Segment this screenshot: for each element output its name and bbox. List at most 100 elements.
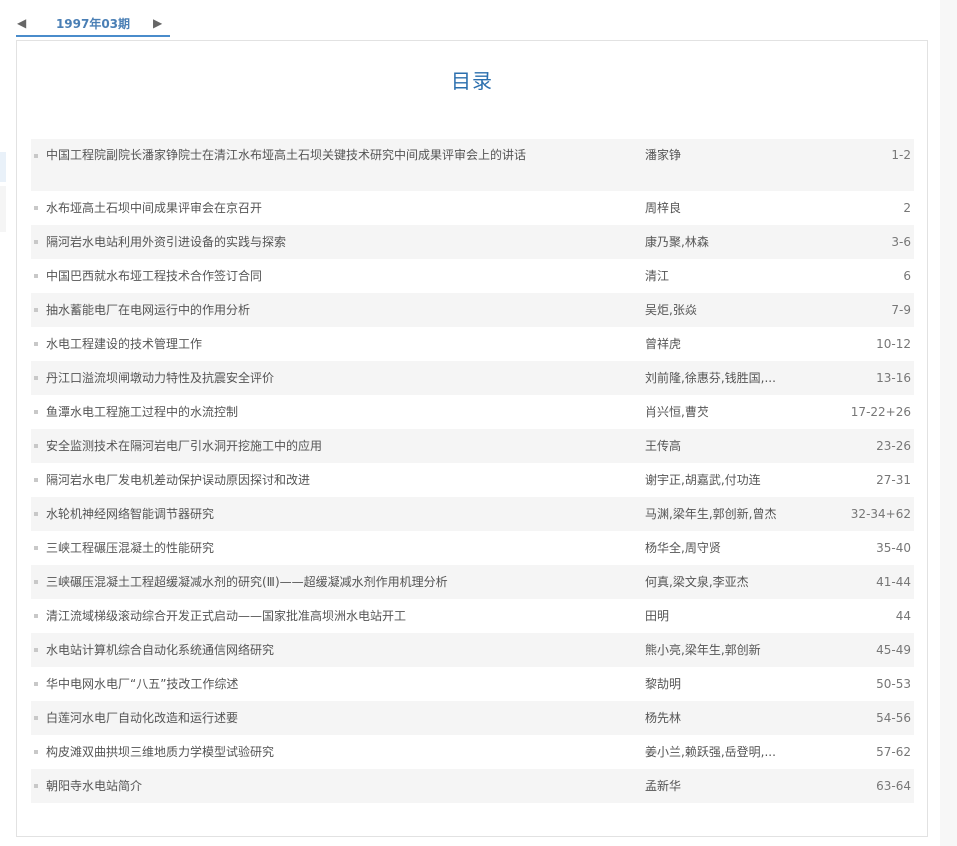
side-panel-edge	[0, 152, 6, 182]
article-title-link[interactable]: 鱼潭水电工程施工过程中的水流控制	[46, 395, 526, 429]
article-pages: 50-53	[876, 677, 911, 691]
article-pages: 10-12	[876, 337, 911, 351]
article-authors: 刘前隆,徐惠芬,钱胜国,...	[645, 371, 776, 385]
toc-row: 隔河岩水电厂发电机差动保护误动原因探讨和改进 谢宇正,胡嘉武,付功连 27-31	[31, 463, 914, 497]
bullet-icon	[34, 614, 38, 618]
article-authors: 潘家铮	[645, 148, 682, 162]
article-authors: 曾祥虎	[645, 337, 682, 351]
toc-row: 朝阳寺水电站简介 孟新华 63-64	[31, 769, 914, 803]
bullet-icon	[34, 240, 38, 244]
bullet-icon	[34, 410, 38, 414]
article-pages: 6	[903, 269, 911, 283]
article-pages: 13-16	[876, 371, 911, 385]
article-authors: 田明	[645, 609, 670, 623]
article-authors: 杨华全,周守贤	[645, 541, 721, 555]
article-authors: 肖兴恒,曹芡	[645, 405, 709, 419]
toc-row: 水电站计算机综合自动化系统通信网络研究 熊小亮,梁年生,郭创新 45-49	[31, 633, 914, 667]
bullet-icon	[34, 716, 38, 720]
article-pages: 32-34+62	[850, 507, 911, 521]
article-authors: 谢宇正,胡嘉武,付功连	[645, 473, 761, 487]
article-pages: 63-64	[876, 779, 911, 793]
tab-current-issue[interactable]: 1997年03期	[16, 13, 170, 37]
next-issue-arrow-icon[interactable]: ▶	[153, 13, 162, 33]
article-authors: 清江	[645, 269, 670, 283]
toc-row: 抽水蓄能电厂在电网运行中的作用分析 吴炬,张焱 7-9	[31, 293, 914, 327]
bullet-icon	[34, 750, 38, 754]
article-authors: 吴炬,张焱	[645, 303, 697, 317]
article-pages: 17-22+26	[850, 405, 911, 419]
article-authors: 孟新华	[645, 779, 682, 793]
article-title-link[interactable]: 构皮滩双曲拱坝三维地质力学模型试验研究	[46, 735, 526, 769]
article-title-link[interactable]: 中国工程院副院长潘家铮院士在清江水布垭高土石坝关键技术研究中间成果评审会上的讲话	[46, 145, 526, 165]
article-pages: 1-2	[891, 148, 911, 162]
article-title-link[interactable]: 华中电网水电厂“八五”技改工作综述	[46, 667, 526, 701]
article-title-link[interactable]: 三峡碾压混凝土工程超缓凝减水剂的研究(Ⅲ)——超缓凝减水剂作用机理分析	[46, 565, 526, 599]
article-authors: 马渊,梁年生,郭创新,曾杰	[645, 507, 777, 521]
article-pages: 23-26	[876, 439, 911, 453]
article-pages: 35-40	[876, 541, 911, 555]
article-pages: 45-49	[876, 643, 911, 657]
article-title-link[interactable]: 朝阳寺水电站简介	[46, 769, 526, 803]
bullet-icon	[34, 580, 38, 584]
toc-row: 隔河岩水电站利用外资引进设备的实践与探索 康乃聚,林森 3-6	[31, 225, 914, 259]
toc-row: 三峡碾压混凝土工程超缓凝减水剂的研究(Ⅲ)——超缓凝减水剂作用机理分析 何真,梁文…	[31, 565, 914, 599]
bullet-icon	[34, 478, 38, 482]
article-title-link[interactable]: 清江流域梯级滚动综合开发正式启动——国家批准高坝洲水电站开工	[46, 599, 526, 633]
article-title-link[interactable]: 三峡工程碾压混凝土的性能研究	[46, 531, 526, 565]
article-authors: 康乃聚,林森	[645, 235, 709, 249]
issue-tab-bar: ◀ 1997年03期 ▶	[0, 0, 957, 40]
bullet-icon	[34, 342, 38, 346]
bullet-icon	[34, 546, 38, 550]
article-title-link[interactable]: 水电工程建设的技术管理工作	[46, 327, 526, 361]
article-title-link[interactable]: 隔河岩水电站利用外资引进设备的实践与探索	[46, 225, 526, 259]
toc-panel: 目录 中国工程院副院长潘家铮院士在清江水布垭高土石坝关键技术研究中间成果评审会上…	[16, 40, 928, 837]
article-title-link[interactable]: 白莲河水电厂自动化改造和运行述要	[46, 701, 526, 735]
article-title-link[interactable]: 安全监测技术在隔河岩电厂引水洞开挖施工中的应用	[46, 429, 526, 463]
toc-row: 三峡工程碾压混凝土的性能研究 杨华全,周守贤 35-40	[31, 531, 914, 565]
article-pages: 3-6	[891, 235, 911, 249]
toc-title: 目录	[451, 69, 493, 93]
bullet-icon	[34, 376, 38, 380]
article-pages: 7-9	[891, 303, 911, 317]
toc-row: 中国巴西就水布垭工程技术合作签订合同 清江 6	[31, 259, 914, 293]
toc-list: 中国工程院副院长潘家铮院士在清江水布垭高土石坝关键技术研究中间成果评审会上的讲话…	[31, 139, 914, 803]
bullet-icon	[34, 784, 38, 788]
article-pages: 44	[895, 609, 911, 623]
article-title-link[interactable]: 中国巴西就水布垭工程技术合作签订合同	[46, 259, 526, 293]
bullet-icon	[34, 308, 38, 312]
article-title-link[interactable]: 水布垭高土石坝中间成果评审会在京召开	[46, 191, 526, 225]
article-authors: 黎劼明	[645, 677, 682, 691]
article-pages: 27-31	[876, 473, 911, 487]
bullet-icon	[34, 682, 38, 686]
article-title-link[interactable]: 水电站计算机综合自动化系统通信网络研究	[46, 633, 526, 667]
toc-row: 水轮机神经网络智能调节器研究 马渊,梁年生,郭创新,曾杰 32-34+62	[31, 497, 914, 531]
bullet-icon	[34, 648, 38, 652]
article-title-link[interactable]: 隔河岩水电厂发电机差动保护误动原因探讨和改进	[46, 463, 526, 497]
bullet-icon	[34, 274, 38, 278]
bullet-icon	[34, 444, 38, 448]
article-authors: 杨先林	[645, 711, 682, 725]
article-pages: 41-44	[876, 575, 911, 589]
article-authors: 周梓良	[645, 201, 682, 215]
article-title-link[interactable]: 丹江口溢流坝闸墩动力特性及抗震安全评价	[46, 361, 526, 395]
bullet-icon	[34, 154, 38, 158]
toc-row: 安全监测技术在隔河岩电厂引水洞开挖施工中的应用 王传高 23-26	[31, 429, 914, 463]
toc-row: 白莲河水电厂自动化改造和运行述要 杨先林 54-56	[31, 701, 914, 735]
toc-row: 鱼潭水电工程施工过程中的水流控制 肖兴恒,曹芡 17-22+26	[31, 395, 914, 429]
article-pages: 57-62	[876, 745, 911, 759]
article-title-link[interactable]: 水轮机神经网络智能调节器研究	[46, 497, 526, 531]
article-pages: 54-56	[876, 711, 911, 725]
article-title-link[interactable]: 抽水蓄能电厂在电网运行中的作用分析	[46, 293, 526, 327]
article-authors: 姜小兰,赖跃强,岳登明,...	[645, 745, 776, 759]
bullet-icon	[34, 206, 38, 210]
article-authors: 何真,梁文泉,李亚杰	[645, 575, 749, 589]
bullet-icon	[34, 512, 38, 516]
toc-row: 中国工程院副院长潘家铮院士在清江水布垭高土石坝关键技术研究中间成果评审会上的讲话…	[31, 139, 914, 191]
page-gutter	[940, 0, 957, 846]
toc-row: 华中电网水电厂“八五”技改工作综述 黎劼明 50-53	[31, 667, 914, 701]
toc-row: 构皮滩双曲拱坝三维地质力学模型试验研究 姜小兰,赖跃强,岳登明,... 57-62	[31, 735, 914, 769]
article-authors: 王传高	[645, 439, 682, 453]
toc-row: 水布垭高土石坝中间成果评审会在京召开 周梓良 2	[31, 191, 914, 225]
toc-row: 水电工程建设的技术管理工作 曾祥虎 10-12	[31, 327, 914, 361]
side-panel-edge	[0, 186, 6, 232]
